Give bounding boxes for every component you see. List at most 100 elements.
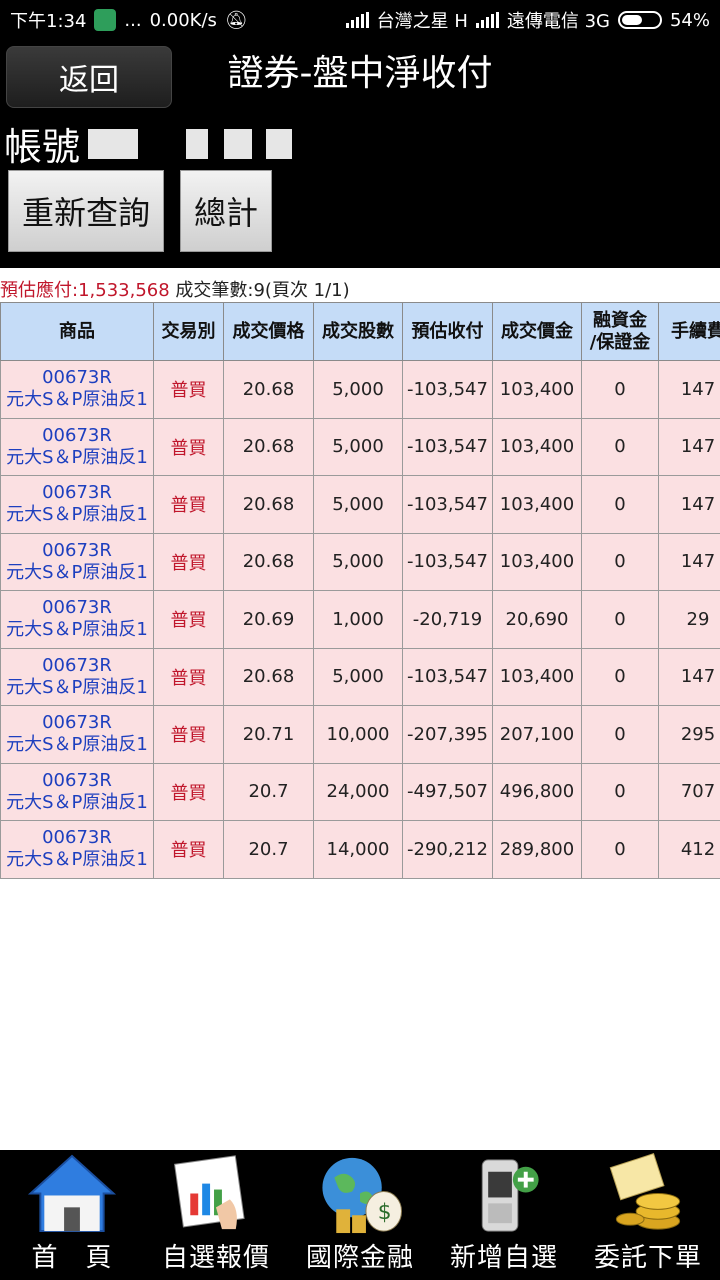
- chart-icon: [174, 1155, 245, 1230]
- product-cell: 00673R 元大S＆P原油反1: [0, 417, 154, 476]
- trade-side: 普買: [153, 360, 224, 419]
- estimated-net: -497,507: [402, 762, 493, 821]
- col-header: 成交價金: [492, 302, 582, 361]
- trade-side: 普買: [153, 647, 224, 706]
- fee-amount: 147: [658, 647, 720, 706]
- fee-amount: 147: [658, 475, 720, 534]
- trade-amount: 103,400: [492, 360, 582, 419]
- trade-side: 普買: [153, 532, 224, 591]
- product-code: 00673R: [42, 712, 112, 734]
- nav-add-watchlist[interactable]: 新增自選: [432, 1150, 576, 1280]
- col-header: 融資金 /保證金: [581, 302, 659, 361]
- signal-icon-2: [475, 12, 499, 28]
- back-button[interactable]: 返回: [6, 46, 172, 108]
- table-row[interactable]: 00673R 元大S＆P原油反1 普買 20.7 14,000 -290,212 289,8…: [0, 820, 720, 879]
- product-cell: 00673R 元大S＆P原油反1: [0, 590, 154, 649]
- requery-button[interactable]: 重新查詢: [8, 170, 164, 252]
- account-mask: [266, 128, 293, 159]
- fee-amount: 707: [658, 762, 720, 821]
- table-row[interactable]: 00673R 元大S＆P原油反1 普買 20.68 5,000 -103,547 103,4…: [0, 360, 720, 419]
- battery-icon: [617, 11, 662, 29]
- mute-icon: 🔕︎: [224, 9, 248, 31]
- table-row[interactable]: 00673R 元大S＆P原油反1 普買 20.68 5,000 -103,547 103,4…: [0, 417, 720, 476]
- product-cell: 00673R 元大S＆P原油反1: [0, 705, 154, 764]
- trade-side: 普買: [153, 417, 224, 476]
- nav-home[interactable]: 首 頁: [0, 1150, 144, 1280]
- status-battery: 54%: [669, 9, 710, 31]
- product-code: 00673R: [42, 482, 112, 504]
- coins-icon: [609, 1153, 681, 1230]
- table-row[interactable]: 00673R 元大S＆P原油反1 普買 20.71 10,000 -207,395 207,…: [0, 705, 720, 764]
- nav-place-order[interactable]: 委託下單: [576, 1150, 720, 1280]
- status-speed: 0.00K/s: [149, 9, 217, 31]
- phone-add-icon: [481, 1159, 539, 1232]
- col-header: 成交股數: [313, 302, 403, 361]
- margin-amount: 0: [581, 590, 659, 649]
- account-mask: [224, 128, 253, 159]
- product-code: 00673R: [42, 539, 112, 561]
- estimated-net: -20,719: [402, 590, 493, 649]
- trade-price: 20.68: [223, 532, 314, 591]
- fee-amount: 147: [658, 532, 720, 591]
- fee-amount: 412: [658, 820, 720, 879]
- estimated-payable: 預估應付:1,533,568: [0, 280, 170, 301]
- trade-side: 普買: [153, 475, 224, 534]
- margin-amount: 0: [581, 532, 659, 591]
- nav-international-finance[interactable]: $ 國際金融: [288, 1150, 432, 1280]
- trade-price: 20.68: [223, 417, 314, 476]
- margin-amount: 0: [581, 417, 659, 476]
- col-header: 手續費: [658, 302, 720, 361]
- trade-price: 20.68: [223, 475, 314, 534]
- trade-table-wrap: 商品 交易別 成交價格 成交股數 預估收付 成交價金 融資金 /保證金 手續費 …: [0, 302, 720, 879]
- col-header: 成交價格: [223, 302, 314, 361]
- trade-amount: 103,400: [492, 532, 582, 591]
- table-row[interactable]: 00673R 元大S＆P原油反1 普買 20.7 24,000 -497,507 496,8…: [0, 762, 720, 821]
- account-mask: [88, 128, 139, 159]
- estimated-net: -207,395: [402, 705, 493, 764]
- product-name: 元大S＆P原油反1: [6, 791, 148, 813]
- trade-shares: 5,000: [313, 475, 403, 534]
- svg-text:$: $: [378, 1200, 392, 1225]
- margin-amount: 0: [581, 762, 659, 821]
- table-row[interactable]: 00673R 元大S＆P原油反1 普買 20.68 5,000 -103,547 103,4…: [0, 647, 720, 706]
- table-row[interactable]: 00673R 元大S＆P原油反1 普買 20.68 5,000 -103,547 103,4…: [0, 475, 720, 534]
- account-row: 帳號: [4, 116, 293, 171]
- product-code: 00673R: [42, 367, 112, 389]
- trade-price: 20.71: [223, 705, 314, 764]
- trade-price: 20.7: [223, 762, 314, 821]
- nav-watchlist-quotes[interactable]: 自選報價: [144, 1150, 288, 1280]
- table-header-row: 商品 交易別 成交價格 成交股數 預估收付 成交價金 融資金 /保證金 手續費: [0, 302, 720, 361]
- trade-price: 20.68: [223, 360, 314, 419]
- product-name: 元大S＆P原油反1: [6, 619, 148, 641]
- product-name: 元大S＆P原油反1: [6, 734, 148, 756]
- col-header: 交易別: [153, 302, 224, 361]
- product-code: 00673R: [42, 654, 112, 676]
- trade-shares: 5,000: [313, 647, 403, 706]
- globe-money-icon: $: [322, 1157, 403, 1234]
- trade-amount: 496,800: [492, 762, 582, 821]
- product-name: 元大S＆P原油反1: [6, 446, 148, 468]
- margin-amount: 0: [581, 475, 659, 534]
- signal-icon: [345, 12, 369, 28]
- trade-shares: 5,000: [313, 360, 403, 419]
- trade-side: 普買: [153, 590, 224, 649]
- product-name: 元大S＆P原油反1: [6, 676, 148, 698]
- margin-amount: 0: [581, 647, 659, 706]
- status-bar: 下午1:34 ... 0.00K/s 🔕︎ 台灣之星 H 遠傳電信 3G 54%: [0, 0, 720, 40]
- product-cell: 00673R 元大S＆P原油反1: [0, 360, 154, 419]
- table-row[interactable]: 00673R 元大S＆P原油反1 普買 20.68 5,000 -103,547 103,4…: [0, 532, 720, 591]
- status-dots: ...: [124, 9, 142, 31]
- margin-amount: 0: [581, 705, 659, 764]
- product-name: 元大S＆P原油反1: [6, 504, 148, 526]
- trade-amount: 103,400: [492, 647, 582, 706]
- product-code: 00673R: [42, 827, 112, 849]
- total-button[interactable]: 總計: [180, 170, 272, 252]
- trade-side: 普買: [153, 820, 224, 879]
- table-row[interactable]: 00673R 元大S＆P原油反1 普買 20.69 1,000 -20,719 20,690…: [0, 590, 720, 649]
- trade-side: 普買: [153, 705, 224, 764]
- product-cell: 00673R 元大S＆P原油反1: [0, 532, 154, 591]
- home-icon: [27, 1154, 117, 1233]
- trade-amount: 207,100: [492, 705, 582, 764]
- estimated-net: -103,547: [402, 417, 493, 476]
- nav-label: 委託下單: [593, 1243, 702, 1273]
